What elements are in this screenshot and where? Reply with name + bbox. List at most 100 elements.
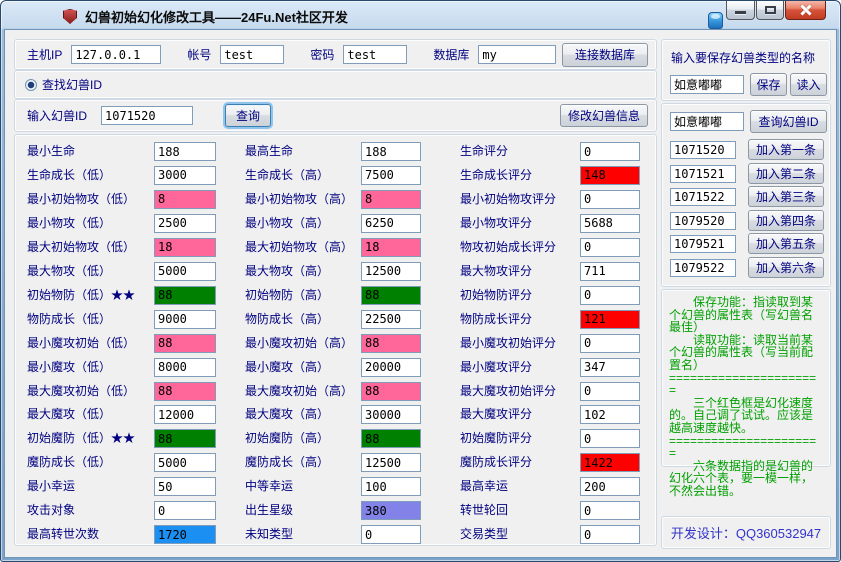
- query-button[interactable]: 查询: [225, 104, 271, 127]
- connect-database-button[interactable]: 连接数据库: [562, 43, 648, 67]
- stat-input[interactable]: [361, 405, 421, 424]
- save-name-input[interactable]: [670, 75, 744, 94]
- stat-input[interactable]: [154, 142, 216, 161]
- stat-input[interactable]: [154, 262, 216, 281]
- account-input[interactable]: [220, 45, 284, 64]
- stat-input[interactable]: [154, 501, 216, 520]
- add-row-button[interactable]: 加入第二条: [748, 163, 824, 184]
- beast-id-value-input[interactable]: [670, 235, 736, 253]
- stat-input[interactable]: [154, 477, 216, 496]
- close-icon: [799, 4, 812, 17]
- window-title: 幻兽初始幻化修改工具——24Fu.Net社区开发: [85, 7, 348, 26]
- account-label: 帐号: [187, 46, 211, 63]
- stat-input[interactable]: [361, 382, 421, 401]
- stat-input[interactable]: [361, 286, 421, 305]
- stat-input[interactable]: [154, 238, 216, 257]
- stat-label: 最大魔攻评分: [460, 405, 532, 424]
- stat-input[interactable]: [580, 310, 640, 329]
- stat-input[interactable]: [361, 358, 421, 377]
- close-button[interactable]: [785, 1, 826, 20]
- stat-input[interactable]: [580, 382, 640, 401]
- stat-input[interactable]: [580, 477, 640, 496]
- stat-input[interactable]: [580, 358, 640, 377]
- beast-id-value-input[interactable]: [670, 141, 736, 159]
- stat-input[interactable]: [154, 382, 216, 401]
- beast-id-value-input[interactable]: [670, 188, 736, 206]
- query-name-input[interactable]: [670, 112, 744, 131]
- stat-input[interactable]: [154, 214, 216, 233]
- beast-id-value-input[interactable]: [670, 165, 736, 183]
- stat-input[interactable]: [580, 429, 640, 448]
- add-row-button[interactable]: 加入第一条: [748, 139, 824, 160]
- stat-input[interactable]: [361, 525, 421, 544]
- query-beast-id-button[interactable]: 查询幻兽ID: [750, 110, 827, 133]
- password-input[interactable]: [343, 45, 407, 64]
- stat-input[interactable]: [361, 262, 421, 281]
- stat-input[interactable]: [154, 190, 216, 209]
- stat-label: 攻击对象: [27, 501, 75, 520]
- stat-label: 最小物攻（低）: [27, 214, 111, 233]
- window-controls: [725, 1, 826, 20]
- host-ip-label: 主机IP: [27, 46, 62, 63]
- modify-info-button[interactable]: 修改幻兽信息: [560, 104, 648, 127]
- credit-panel: 开发设计：QQ360532947: [661, 516, 831, 549]
- stat-input[interactable]: [580, 190, 640, 209]
- stat-label: 最小魔攻初始（高）: [245, 334, 353, 353]
- stat-input[interactable]: [580, 262, 640, 281]
- beast-id-value-input[interactable]: [670, 212, 736, 230]
- stat-input[interactable]: [154, 334, 216, 353]
- stat-label: 最小魔攻（低）: [27, 358, 111, 377]
- search-id-radio[interactable]: [25, 79, 37, 91]
- stat-input[interactable]: [154, 286, 216, 305]
- stat-input[interactable]: [154, 453, 216, 472]
- stat-label: 最小魔攻初始（低）: [27, 334, 135, 353]
- stat-input[interactable]: [154, 310, 216, 329]
- maximize-button[interactable]: [756, 1, 784, 20]
- add-row-button[interactable]: 加入第四条: [748, 210, 824, 231]
- stat-input[interactable]: [154, 166, 216, 185]
- stat-input[interactable]: [154, 405, 216, 424]
- stat-input[interactable]: [154, 358, 216, 377]
- save-caption: 输入要保存幻兽类型的名称: [671, 49, 815, 66]
- stat-input[interactable]: [580, 166, 640, 185]
- add-row-button[interactable]: 加入第三条: [748, 186, 824, 207]
- stat-input[interactable]: [361, 334, 421, 353]
- load-button[interactable]: 读入: [790, 73, 827, 96]
- add-row-button[interactable]: 加入第五条: [748, 233, 824, 254]
- stat-input[interactable]: [580, 238, 640, 257]
- stat-input[interactable]: [580, 525, 640, 544]
- stat-label: 最大物攻（高）: [245, 262, 329, 281]
- stat-input[interactable]: [361, 310, 421, 329]
- minimize-icon: [735, 11, 746, 14]
- stat-input[interactable]: [580, 501, 640, 520]
- host-ip-input[interactable]: [71, 45, 161, 64]
- stat-input[interactable]: [580, 453, 640, 472]
- stat-input[interactable]: [361, 453, 421, 472]
- stat-input[interactable]: [361, 190, 421, 209]
- stat-input[interactable]: [361, 238, 421, 257]
- stat-input[interactable]: [580, 214, 640, 233]
- save-button[interactable]: 保存: [750, 73, 787, 96]
- stat-input[interactable]: [361, 142, 421, 161]
- minimize-button[interactable]: [726, 1, 755, 20]
- stat-input[interactable]: [361, 166, 421, 185]
- app-window: 幻兽初始幻化修改工具——24Fu.Net社区开发 主机IP 帐号 密码 数据库 …: [0, 0, 841, 562]
- stat-input[interactable]: [361, 501, 421, 520]
- stat-input[interactable]: [361, 214, 421, 233]
- stat-input[interactable]: [361, 429, 421, 448]
- stat-input[interactable]: [580, 286, 640, 305]
- stat-input[interactable]: [154, 429, 216, 448]
- add-row-button[interactable]: 加入第六条: [748, 257, 824, 278]
- stat-input[interactable]: [580, 334, 640, 353]
- stat-label: 最大魔攻（低）: [27, 405, 111, 424]
- beast-id-value-input[interactable]: [670, 259, 736, 277]
- stat-input[interactable]: [580, 405, 640, 424]
- stat-label: 最小魔攻评分: [460, 358, 532, 377]
- skin-icon[interactable]: [708, 12, 723, 29]
- beast-id-input[interactable]: [101, 106, 193, 125]
- stat-input[interactable]: [361, 477, 421, 496]
- stat-label: 最小物攻（高）: [245, 214, 329, 233]
- stat-input[interactable]: [154, 525, 216, 544]
- stat-input[interactable]: [580, 142, 640, 161]
- database-input[interactable]: [478, 45, 556, 64]
